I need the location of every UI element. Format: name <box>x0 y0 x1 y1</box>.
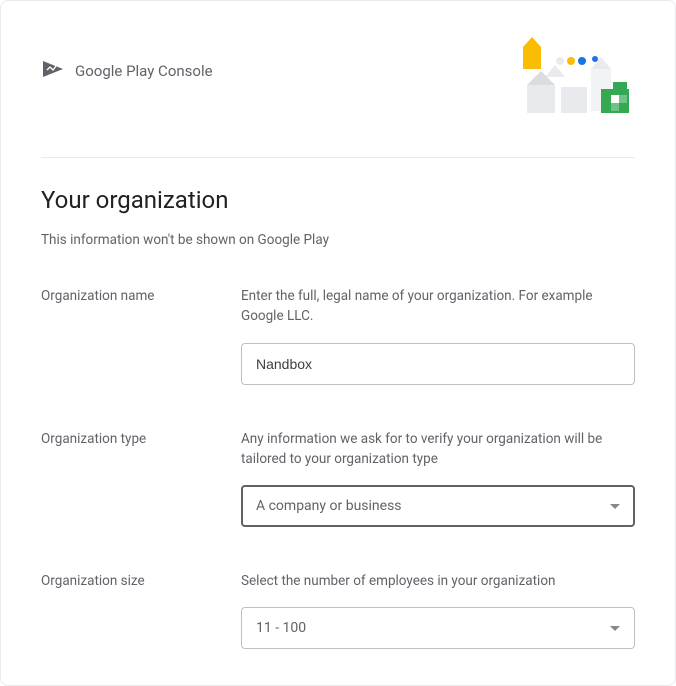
org-size-label: Organization size <box>41 571 241 589</box>
field-org-type: Organization type Any information we ask… <box>41 429 635 528</box>
org-name-input[interactable] <box>241 343 635 385</box>
onboarding-card: Google Play Console <box>0 0 676 686</box>
brand: Google Play Console <box>41 57 213 85</box>
page-title: Your organization <box>41 186 635 214</box>
org-size-helper: Select the number of employees in your o… <box>241 571 635 591</box>
org-size-value: 11 - 100 <box>256 620 306 636</box>
header-illustration <box>515 37 635 127</box>
org-type-select[interactable]: A company or business <box>241 485 635 527</box>
chevron-down-icon <box>610 504 620 509</box>
page-subtitle: This information won't be shown on Googl… <box>41 232 635 248</box>
field-org-name: Organization name Enter the full, legal … <box>41 286 635 385</box>
org-size-select[interactable]: 11 - 100 <box>241 607 635 649</box>
org-name-helper: Enter the full, legal name of your organ… <box>241 286 635 327</box>
card-header: Google Play Console <box>41 37 635 158</box>
brand-label: Google Play Console <box>75 62 213 80</box>
org-type-helper: Any information we ask for to verify you… <box>241 429 635 470</box>
org-name-label: Organization name <box>41 286 241 304</box>
play-console-icon <box>41 57 67 85</box>
org-type-label: Organization type <box>41 429 241 447</box>
org-type-value: A company or business <box>256 498 402 514</box>
chevron-down-icon <box>610 626 620 631</box>
field-org-size: Organization size Select the number of e… <box>41 571 635 649</box>
